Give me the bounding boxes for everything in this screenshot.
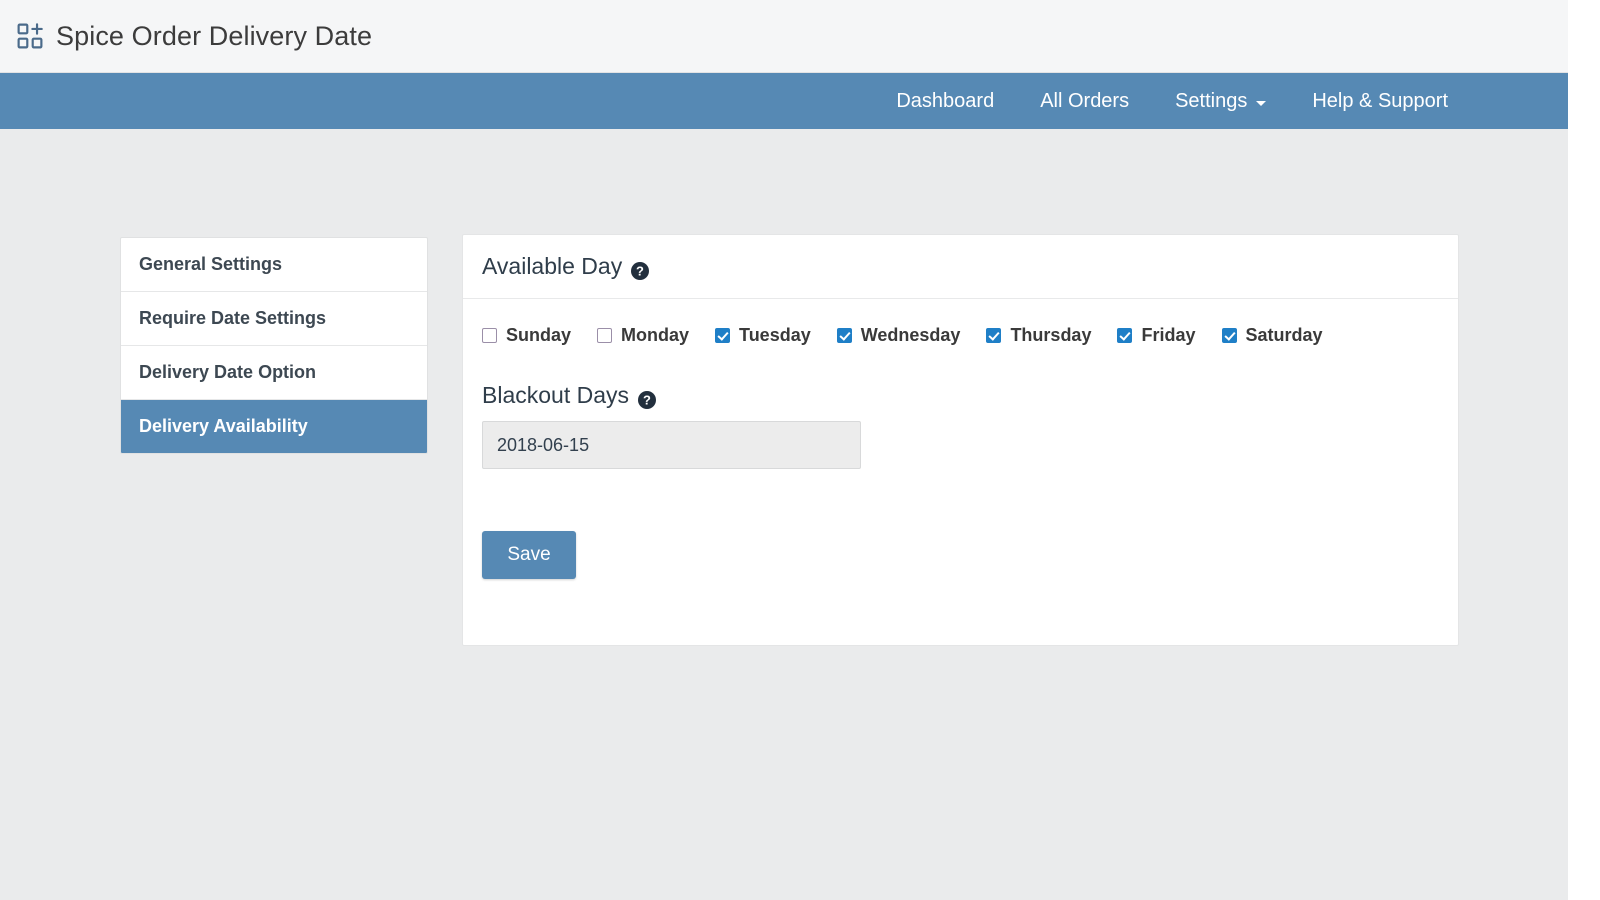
svg-text:?: ?	[636, 263, 644, 278]
sidebar-item-label: General Settings	[139, 254, 283, 274]
sidebar-item-label: Require Date Settings	[139, 308, 327, 328]
day-label: Thursday	[1010, 325, 1092, 345]
available-days-checkbox-group: Sunday Monday Tuesday Wednesday Thursday Frid…	[482, 325, 1458, 346]
day-label: Saturday	[1245, 325, 1323, 345]
save-button[interactable]: Save	[482, 531, 576, 579]
nav-settings[interactable]: Settings	[1152, 73, 1289, 129]
nav-item-label: Dashboard	[896, 90, 995, 112]
blackout-days-section: Blackout Days ? 2018-06-15	[482, 382, 1458, 469]
checkbox-unchecked-icon[interactable]	[482, 328, 497, 343]
nav-dashboard[interactable]: Dashboard	[873, 73, 1017, 129]
nav-help-support[interactable]: Help & Support	[1289, 73, 1471, 129]
blackout-days-label: Blackout Days	[482, 382, 630, 408]
day-label: Friday	[1141, 325, 1196, 345]
available-day-label: Available Day	[482, 253, 623, 279]
day-label: Monday	[621, 325, 690, 345]
card-body: Sunday Monday Tuesday Wednesday Thursday Frid…	[463, 299, 1458, 579]
day-checkbox-monday[interactable]: Monday	[597, 325, 689, 346]
checkbox-unchecked-icon[interactable]	[597, 328, 613, 343]
checkbox-checked-icon[interactable]	[1117, 328, 1133, 343]
day-checkbox-tuesday[interactable]: Tuesday	[715, 325, 811, 346]
brand[interactable]: Spice Order Delivery Date	[17, 21, 372, 52]
blackout-days-title: Blackout Days ?	[482, 382, 657, 409]
question-circle-icon[interactable]: ?	[631, 259, 650, 280]
sidebar-item-delivery-date-option[interactable]: Delivery Date Option	[121, 346, 427, 400]
sidebar-item-label: Delivery Availability	[139, 416, 308, 436]
nav-items: Dashboard All Orders Settings Help & Suppor…	[873, 73, 1471, 129]
sidebar-item-general-settings[interactable]: General Settings	[121, 238, 427, 292]
settings-sidebar: General Settings Require Date Settings Del…	[120, 237, 428, 454]
day-checkbox-saturday[interactable]: Saturday	[1221, 325, 1323, 346]
sidebar-item-require-date-settings[interactable]: Require Date Settings	[121, 292, 427, 346]
question-circle-icon[interactable]: ?	[638, 388, 657, 409]
card-header: Available Day ?	[463, 235, 1458, 299]
sidebar-item-delivery-availability[interactable]: Delivery Availability	[121, 400, 427, 453]
checkbox-checked-icon[interactable]	[836, 328, 852, 343]
page-title: Spice Order Delivery Date	[56, 20, 373, 51]
nav-item-label: Settings	[1175, 90, 1248, 112]
checkbox-checked-icon[interactable]	[1221, 328, 1237, 343]
nav-all-orders[interactable]: All Orders	[1017, 73, 1152, 129]
settings-card: Available Day ? Sunday Monday Tuesday Wedne…	[462, 234, 1459, 646]
day-label: Wednesday	[860, 325, 961, 345]
available-day-title: Available Day ?	[482, 253, 650, 280]
day-checkbox-wednesday[interactable]: Wednesday	[836, 325, 961, 346]
svg-text:?: ?	[643, 392, 651, 407]
app-header: Spice Order Delivery Date	[0, 0, 1568, 73]
day-checkbox-friday[interactable]: Friday	[1117, 325, 1196, 346]
day-label: Tuesday	[739, 325, 811, 345]
page-content: General Settings Require Date Settings Del…	[0, 129, 1568, 900]
day-label: Sunday	[506, 325, 572, 345]
day-checkbox-sunday[interactable]: Sunday	[482, 325, 571, 346]
scrollbar-gutter	[1568, 0, 1600, 900]
browser-viewport: Spice Order Delivery Date Dashboard All O…	[0, 0, 1568, 900]
day-checkbox-thursday[interactable]: Thursday	[986, 325, 1091, 346]
grid-plus-icon	[17, 23, 43, 49]
checkbox-checked-icon[interactable]	[986, 328, 1002, 343]
checkbox-checked-icon[interactable]	[715, 328, 731, 343]
nav-item-label: Help & Support	[1312, 90, 1448, 112]
nav-item-label: All Orders	[1040, 90, 1130, 112]
blackout-days-input[interactable]: 2018-06-15	[482, 421, 861, 469]
chevron-down-icon	[1256, 100, 1267, 106]
sidebar-item-label: Delivery Date Option	[139, 362, 317, 382]
main-navbar: Dashboard All Orders Settings Help & Suppor…	[0, 73, 1568, 129]
